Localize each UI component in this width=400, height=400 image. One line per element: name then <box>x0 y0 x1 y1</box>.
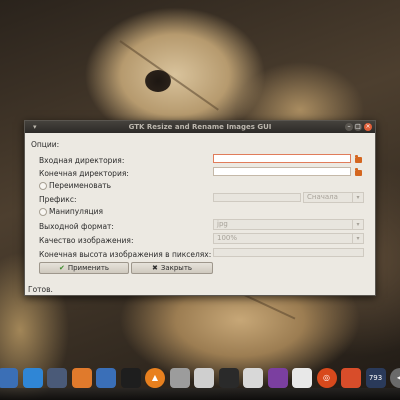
format-select[interactable]: jpg ▾ <box>213 219 364 230</box>
folder-icon[interactable] <box>355 168 362 176</box>
options-heading: Опции: <box>31 140 60 149</box>
dock: ▲ ◎ 793 ◀ <box>0 366 400 400</box>
prefix-position-value: Сначала <box>307 193 338 201</box>
format-label: Выходной формат: <box>39 222 114 231</box>
prefix-field[interactable] <box>213 193 301 202</box>
prefix-label: Префикс: <box>39 195 77 204</box>
height-label: Конечная высота изображения в пикселях: <box>39 250 212 259</box>
chat-icon[interactable] <box>169 368 190 388</box>
height-field[interactable] <box>213 248 364 257</box>
chevron-down-icon: ▾ <box>352 234 363 243</box>
clapper-icon[interactable] <box>120 368 141 388</box>
manipulation-label: Манипуляция <box>49 207 103 216</box>
maximize-button[interactable]: □ <box>354 123 362 131</box>
window-titlebar[interactable]: ▾ GTK Resize and Rename Images GUI – □ × <box>25 121 375 133</box>
close-icon: ✖ <box>151 264 158 272</box>
virtualbox-icon[interactable] <box>47 368 67 388</box>
screen-icon[interactable] <box>243 368 263 388</box>
vlc-icon[interactable]: ▲ <box>145 368 165 388</box>
output-dir-field[interactable] <box>213 167 351 176</box>
puzzle-icon[interactable] <box>341 368 361 388</box>
close-button[interactable]: ✖ Закрыть <box>131 262 213 274</box>
quality-value: 100% <box>217 234 238 242</box>
finder-icon[interactable] <box>0 368 18 388</box>
statusbar: Готов. <box>25 283 375 295</box>
check-icon: ✔ <box>58 264 65 272</box>
terminal-icon[interactable] <box>218 368 239 388</box>
format-value: jpg <box>217 220 228 228</box>
folder-icon[interactable] <box>355 155 362 163</box>
emerald-icon[interactable] <box>267 368 288 388</box>
leaf-hole <box>145 70 171 92</box>
apply-button[interactable]: ✔ Применить <box>39 262 129 274</box>
speaker-icon[interactable]: ◀ <box>390 368 400 388</box>
rename-checkbox[interactable] <box>39 182 47 190</box>
chevron-down-icon: ▾ <box>352 193 363 202</box>
disk-icon[interactable] <box>194 368 214 388</box>
rename-label: Переименовать <box>49 181 112 190</box>
close-button-label: Закрыть <box>160 264 193 272</box>
firefox-icon[interactable] <box>71 368 92 388</box>
calendar-icon[interactable]: 793 <box>365 368 386 388</box>
media-icon[interactable] <box>292 368 312 388</box>
close-window-button[interactable]: × <box>364 123 372 131</box>
minimize-button[interactable]: – <box>345 123 353 131</box>
browser-icon[interactable] <box>22 368 43 388</box>
window-title: GTK Resize and Rename Images GUI <box>128 123 272 131</box>
input-dir-label: Входная директория: <box>39 156 125 165</box>
thunderbird-icon[interactable] <box>96 368 116 388</box>
quality-label: Качество изображения: <box>39 236 134 245</box>
manipulation-checkbox[interactable] <box>39 208 47 216</box>
chevron-down-icon: ▾ <box>352 220 363 229</box>
status-text: Готов. <box>28 285 53 294</box>
output-dir-label: Конечная директория: <box>39 169 129 178</box>
calendar-text: 793 <box>368 374 383 382</box>
app-window: ▾ GTK Resize and Rename Images GUI – □ ×… <box>24 120 376 296</box>
ubuntu-icon[interactable]: ◎ <box>316 368 337 388</box>
prefix-position-select[interactable]: Сначала ▾ <box>303 192 364 203</box>
quality-select[interactable]: 100% ▾ <box>213 233 364 244</box>
dock-shelf <box>0 388 400 400</box>
apply-button-label: Применить <box>67 264 110 272</box>
input-dir-field[interactable] <box>213 154 351 163</box>
